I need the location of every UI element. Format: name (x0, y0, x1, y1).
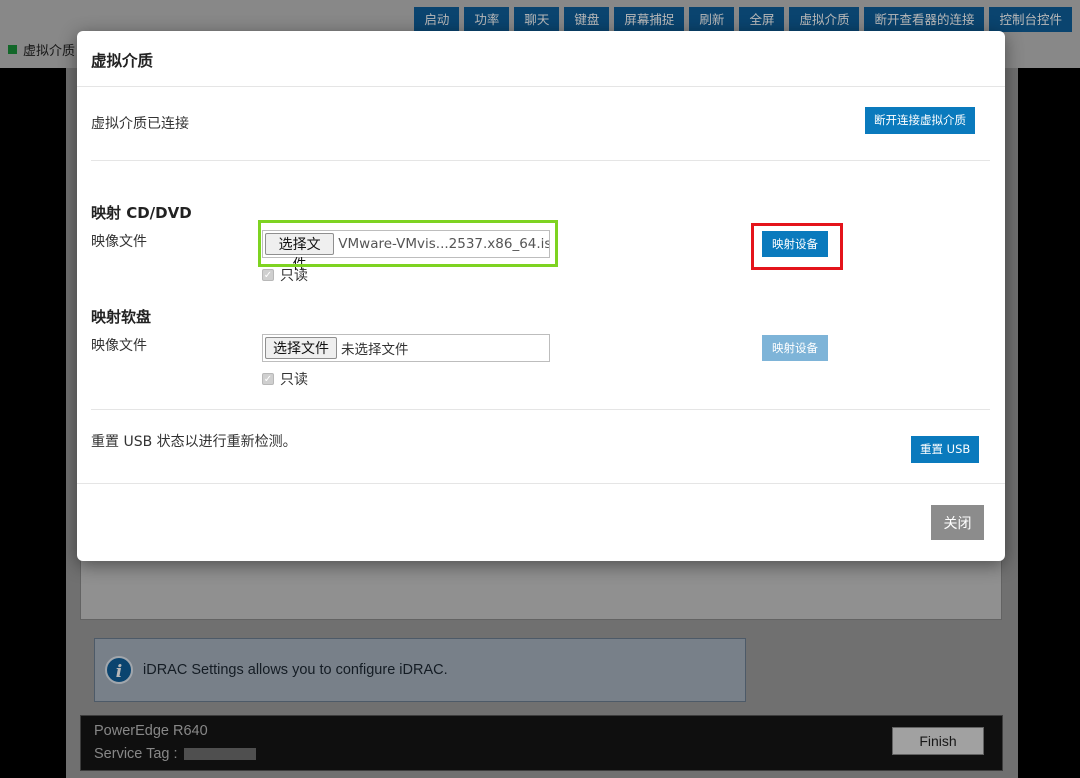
close-button[interactable]: 关闭 (931, 505, 984, 540)
floppy-readonly-option[interactable]: ✓ 只读 (262, 369, 308, 389)
cd-image-file-label: 映像文件 (91, 234, 147, 250)
divider (91, 160, 990, 161)
floppy-readonly-checkbox[interactable]: ✓ (262, 373, 274, 385)
floppy-choose-file-button[interactable]: 选择文件 (265, 337, 337, 359)
divider (77, 483, 1005, 484)
highlight-file-input (258, 220, 558, 267)
disconnect-virtual-media-button[interactable]: 断开连接虚拟介质 (865, 107, 975, 134)
floppy-file-name: 未选择文件 (341, 342, 409, 358)
floppy-image-file-label: 映像文件 (91, 338, 147, 354)
reset-usb-button[interactable]: 重置 USB (911, 436, 980, 463)
usb-reset-description: 重置 USB 状态以进行重新检测。 (91, 434, 297, 450)
floppy-image-file-input[interactable]: 选择文件 未选择文件 (262, 334, 550, 362)
floppy-heading: 映射软盘 (91, 308, 152, 326)
cd-readonly-label: 只读 (280, 268, 308, 284)
virtual-media-dialog: 虚拟介质 虚拟介质已连接 断开连接虚拟介质 映射 CD/DVD 映像文件 选择文… (77, 31, 1005, 561)
cd-readonly-option[interactable]: ✓ 只读 (262, 265, 308, 285)
highlight-map-button (751, 223, 843, 270)
cd-readonly-checkbox[interactable]: ✓ (262, 269, 274, 281)
connection-status: 虚拟介质已连接 (91, 116, 189, 132)
divider (91, 409, 990, 410)
floppy-map-device-button[interactable]: 映射设备 (762, 335, 828, 361)
floppy-readonly-label: 只读 (280, 372, 308, 388)
dialog-title: 虚拟介质 (91, 52, 154, 70)
divider (77, 86, 1005, 87)
cd-dvd-heading: 映射 CD/DVD (91, 204, 192, 222)
